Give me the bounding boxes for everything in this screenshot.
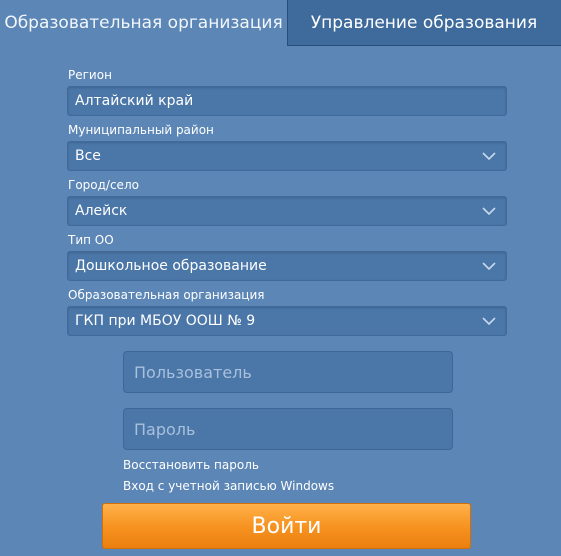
restore-password-link[interactable]: Восстановить пароль <box>123 458 259 472</box>
org-type-value: Дошкольное образование <box>75 258 267 274</box>
windows-login-link[interactable]: Вход с учетной записью Windows <box>123 479 334 493</box>
chevron-down-icon <box>482 152 496 161</box>
region-value: Алтайский край <box>75 93 194 109</box>
region-label: Регион <box>68 68 112 82</box>
region-field[interactable]: Алтайский край <box>67 86 507 116</box>
tab-bar: Образовательная организация Управление о… <box>0 0 561 46</box>
city-label: Город/село <box>68 178 139 192</box>
district-select[interactable]: Все <box>67 141 507 171</box>
tab-education-department[interactable]: Управление образования <box>287 0 561 46</box>
tab-educational-organization[interactable]: Образовательная организация <box>0 0 287 46</box>
username-input[interactable] <box>123 351 453 393</box>
organization-value: ГКП при МБОУ ООШ № 9 <box>75 313 256 329</box>
organization-label: Образовательная организация <box>68 288 265 302</box>
city-select[interactable]: Алейск <box>67 196 507 226</box>
password-input[interactable] <box>123 408 453 450</box>
org-type-label: Тип ОО <box>68 233 114 247</box>
chevron-down-icon <box>482 317 496 326</box>
chevron-down-icon <box>482 207 496 216</box>
district-value: Все <box>75 148 101 164</box>
org-type-select[interactable]: Дошкольное образование <box>67 251 507 281</box>
organization-select[interactable]: ГКП при МБОУ ООШ № 9 <box>67 306 507 336</box>
login-button[interactable]: Войти <box>102 503 471 549</box>
chevron-down-icon <box>482 262 496 271</box>
city-value: Алейск <box>75 203 128 219</box>
district-label: Муниципальный район <box>68 123 214 137</box>
